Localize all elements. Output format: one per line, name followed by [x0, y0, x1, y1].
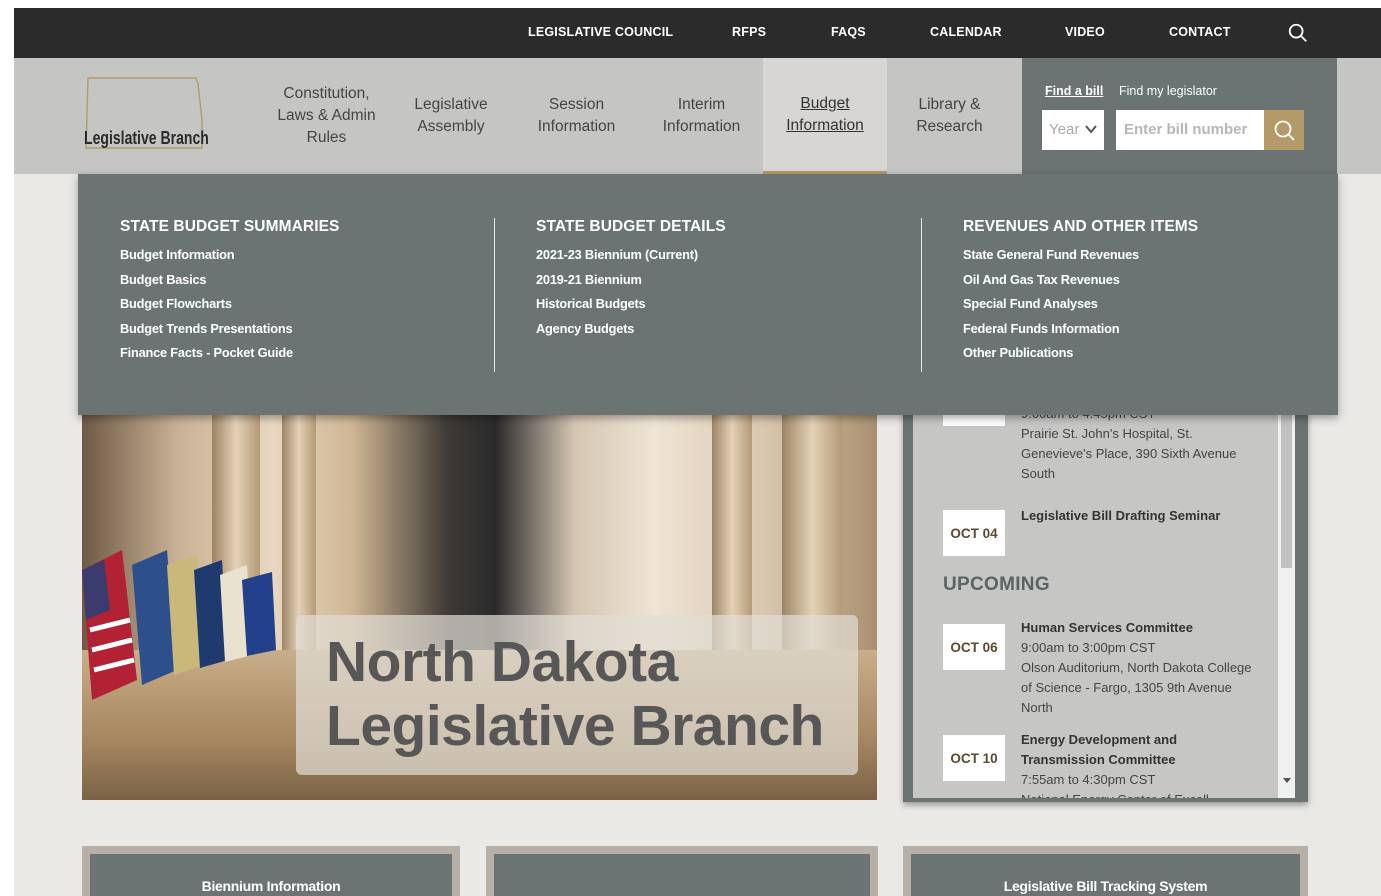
nav-library-research[interactable]: Library & Research	[902, 58, 997, 174]
search-icon[interactable]	[1287, 22, 1309, 44]
budget-mega-menu: STATE BUDGET SUMMARIES Budget Informatio…	[78, 174, 1338, 415]
mega-link[interactable]: Budget Information	[120, 243, 340, 268]
mega-link[interactable]: Other Publications	[963, 341, 1198, 366]
tab-find-a-bill[interactable]: Find a bill	[1045, 84, 1103, 98]
mega-link[interactable]: Budget Trends Presentations	[120, 317, 340, 342]
nav-session-information[interactable]: Session Information	[529, 58, 624, 174]
event-date-badge: OCT 06	[943, 624, 1005, 670]
scrollbar-thumb[interactable]	[1281, 410, 1292, 568]
event-date-badge: OCT 04	[943, 510, 1005, 556]
scroll-down-arrow-icon[interactable]	[1283, 778, 1291, 784]
mega-column-details: STATE BUDGET DETAILS 2021-23 Biennium (C…	[536, 218, 726, 341]
nav-label: Legislative Assembly	[414, 96, 488, 135]
event-details[interactable]: Human Services Committee 9:00am to 3:00p…	[1021, 618, 1256, 718]
event-location: National Energy Center of Excell...	[1021, 790, 1256, 798]
nav-label: Library & Research	[916, 96, 983, 135]
topnav-video[interactable]: VIDEO	[1065, 25, 1105, 39]
topnav-contact[interactable]: CONTACT	[1169, 25, 1231, 39]
flags-image	[82, 550, 276, 700]
card-title: Legislative Bill Tracking System	[911, 854, 1300, 896]
mega-column-summaries: STATE BUDGET SUMMARIES Budget Informatio…	[120, 218, 340, 366]
bill-search-button[interactable]	[1264, 110, 1304, 150]
event-time: 9:00am to 3:00pm CST	[1021, 640, 1156, 655]
event-title[interactable]: Energy Development and Transmission Comm…	[1021, 732, 1177, 767]
mega-divider	[494, 218, 495, 372]
hero-image: North Dakota Legislative Branch	[82, 410, 877, 800]
mega-link[interactable]: Federal Funds Information	[963, 317, 1198, 342]
nav-label: Interim Information	[662, 96, 741, 135]
event-details[interactable]: Legislative Bill Drafting Seminar	[1021, 506, 1256, 526]
events-list[interactable]: 9:00am to 4:45pm CST Prairie St. John's …	[913, 410, 1288, 798]
mega-link[interactable]: State General Fund Revenues	[963, 243, 1198, 268]
search-icon	[1274, 120, 1295, 141]
page-frame: LEGISLATIVE COUNCIL RFPS FAQS CALENDAR V…	[14, 8, 1381, 896]
event-time: 7:55am to 4:30pm CST	[1021, 772, 1156, 787]
mega-heading: STATE BUDGET DETAILS	[536, 218, 726, 235]
event-date-badge: OCT 10	[943, 735, 1005, 781]
topnav-calendar[interactable]: CALENDAR	[930, 25, 1002, 39]
event-title[interactable]: Legislative Bill Drafting Seminar	[1021, 508, 1220, 523]
mega-link[interactable]: Historical Budgets	[536, 292, 726, 317]
nav-constitution-laws[interactable]: Constitution, Laws & Admin Rules	[269, 58, 384, 174]
utility-bar: LEGISLATIVE COUNCIL RFPS FAQS CALENDAR V…	[14, 8, 1381, 58]
card-middle[interactable]	[486, 846, 878, 896]
hero-title-line1: North Dakota	[326, 630, 678, 694]
mega-link[interactable]: Budget Basics	[120, 268, 340, 293]
nav-label: Session Information	[537, 96, 616, 135]
main-nav: Legislative Branch Constitution, Laws & …	[14, 58, 1381, 174]
event-location: Olson Auditorium, North Dakota College o…	[1021, 660, 1252, 715]
site-logo[interactable]: Legislative Branch	[84, 76, 214, 156]
mega-link[interactable]: 2019-21 Biennium	[536, 268, 726, 293]
mega-heading: STATE BUDGET SUMMARIES	[120, 218, 340, 235]
event-details: 9:00am to 4:45pm CST Prairie St. John's …	[1021, 410, 1256, 484]
events-panel: 9:00am to 4:45pm CST Prairie St. John's …	[903, 410, 1308, 802]
topnav-faqs[interactable]: FAQS	[831, 25, 866, 39]
topnav-rfps[interactable]: RFPS	[732, 25, 766, 39]
card-title: Biennium Information	[90, 854, 452, 896]
topnav-legislative-council[interactable]: LEGISLATIVE COUNCIL	[528, 25, 673, 39]
year-select[interactable]: Year	[1042, 110, 1104, 150]
nav-legislative-assembly[interactable]: Legislative Assembly	[407, 58, 495, 174]
mega-link[interactable]: Special Fund Analyses	[963, 292, 1198, 317]
hero-title: North Dakota Legislative Branch	[326, 630, 824, 758]
nav-label: Constitution, Laws & Admin Rules	[277, 85, 376, 146]
mega-link[interactable]: Budget Flowcharts	[120, 292, 340, 317]
mega-link[interactable]: 2021-23 Biennium (Current)	[536, 243, 726, 268]
events-scrollbar[interactable]	[1278, 410, 1295, 798]
mega-column-revenues: REVENUES AND OTHER ITEMS State General F…	[963, 218, 1198, 366]
year-select-value: Year	[1049, 121, 1080, 138]
logo-text: Legislative Branch	[84, 128, 209, 148]
card-biennium-information[interactable]: Biennium Information	[82, 846, 460, 896]
mega-link[interactable]: Agency Budgets	[536, 317, 726, 342]
event-details[interactable]: Energy Development and Transmission Comm…	[1021, 730, 1220, 798]
nav-interim-information[interactable]: Interim Information	[654, 58, 749, 174]
card-bill-tracking[interactable]: Legislative Bill Tracking System	[903, 846, 1308, 896]
mega-heading: REVENUES AND OTHER ITEMS	[963, 218, 1199, 235]
event-title[interactable]: Human Services Committee	[1021, 620, 1193, 635]
mega-link[interactable]: Finance Facts - Pocket Guide	[120, 341, 340, 366]
card-title	[494, 854, 870, 896]
find-box: Find a bill Find my legislator Year Ente…	[1022, 58, 1337, 174]
event-location: Prairie St. John's Hospital, St. Genevie…	[1021, 426, 1237, 481]
upcoming-heading: UPCOMING	[943, 574, 1050, 595]
mega-link[interactable]: Oil And Gas Tax Revenues	[963, 268, 1198, 293]
bill-number-input[interactable]: Enter bill number	[1116, 110, 1264, 150]
bill-number-placeholder: Enter bill number	[1124, 121, 1248, 138]
mega-divider	[921, 218, 922, 372]
nav-budget-information[interactable]: Budget Information	[763, 58, 887, 174]
nav-label: Budget Information	[786, 94, 864, 134]
hero-title-line2: Legislative Branch	[326, 694, 824, 758]
chevron-down-icon	[1085, 125, 1097, 134]
tab-find-my-legislator[interactable]: Find my legislator	[1119, 84, 1217, 98]
